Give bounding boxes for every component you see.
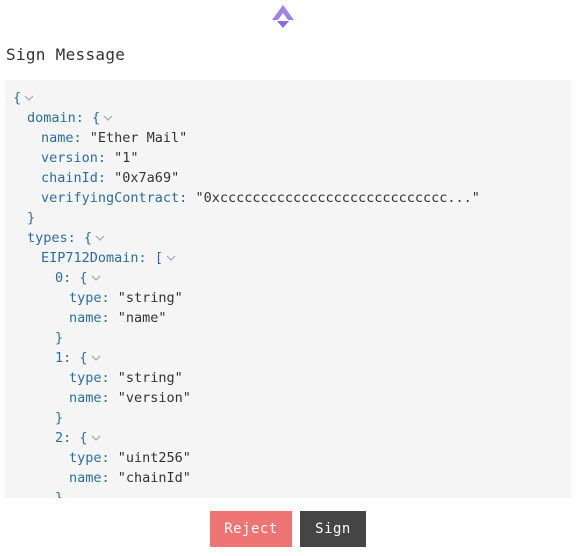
chevron-down-icon[interactable] [94, 233, 108, 243]
json-key: chainId [41, 170, 98, 186]
stacks-logo-icon [269, 3, 297, 29]
json-bracket: } [55, 410, 64, 426]
json-line: } [5, 328, 571, 348]
sign-button[interactable]: Sign [300, 511, 366, 547]
json-line: { [5, 88, 571, 108]
json-key: name [69, 470, 102, 486]
json-line: type: "uint256" [69, 450, 191, 466]
json-line: types: { [5, 228, 571, 248]
json-value: "name" [117, 310, 167, 326]
chevron-down-icon[interactable] [23, 93, 37, 103]
json-value: "string" [117, 290, 183, 306]
json-line: type: "string" [69, 370, 183, 386]
json-key: verifyingContract [41, 190, 180, 206]
json-line: EIP712Domain: [ [5, 248, 571, 268]
json-key: 1 [55, 350, 64, 366]
json-bracket: } [27, 210, 36, 226]
json-line: } [5, 488, 571, 498]
json-bracket: { [13, 90, 22, 106]
json-key: version [41, 150, 98, 166]
chevron-down-icon[interactable] [90, 433, 104, 443]
json-bracket: { [79, 430, 88, 446]
json-line: chainId: "0x7a69" [41, 170, 180, 186]
json-bracket: { [79, 270, 88, 286]
message-json-viewer[interactable]: {domain: {name: "Ether Mail" version: "1"… [5, 80, 571, 498]
json-value: "chainId" [117, 470, 191, 486]
json-line: 0: { [5, 268, 571, 288]
json-bracket: } [55, 490, 64, 498]
json-line: } [5, 408, 571, 428]
json-line: domain: { [5, 108, 571, 128]
json-key: types [27, 230, 68, 246]
reject-button[interactable]: Reject [210, 511, 292, 547]
json-value: "Ether Mail" [89, 130, 188, 146]
json-key: name [69, 390, 102, 406]
json-key: type [69, 290, 102, 306]
json-bracket: { [83, 230, 93, 246]
json-key: 2 [55, 430, 64, 446]
json-bracket: [ [154, 250, 163, 266]
json-line: name: "version" [69, 390, 191, 406]
json-line: 2: { [5, 428, 571, 448]
json-key: EIP712Domain [41, 250, 139, 266]
chevron-down-icon[interactable] [165, 253, 179, 263]
json-line: name: "name" [69, 310, 167, 326]
json-line: verifyingContract: "0xcccccccccccccccccc… [41, 190, 480, 206]
json-value: "uint256" [117, 450, 191, 466]
json-bracket: } [55, 330, 64, 346]
json-bracket: { [79, 350, 88, 366]
json-key: domain [27, 110, 76, 126]
json-value: "0xcccccccccccccccccccccccccccc..." [195, 190, 480, 206]
json-bracket: { [92, 110, 101, 126]
chevron-down-icon[interactable] [90, 353, 104, 363]
json-value: "string" [117, 370, 183, 386]
json-value: "1" [114, 150, 139, 166]
json-key: name [69, 310, 102, 326]
json-line: name: "Ether Mail" [41, 130, 188, 146]
json-line: version: "1" [41, 150, 139, 166]
json-line: name: "chainId" [69, 470, 191, 486]
json-key: type [69, 370, 102, 386]
json-line: 1: { [5, 348, 571, 368]
json-line: } [5, 208, 571, 228]
json-value: "version" [117, 390, 191, 406]
sign-message-window: Sign Message {domain: {name: "Ether Mail… [0, 0, 579, 556]
page-title: Sign Message [6, 45, 126, 64]
json-value: "0x7a69" [114, 170, 180, 186]
json-key: 0 [55, 270, 64, 286]
json-key: type [69, 450, 102, 466]
chevron-down-icon[interactable] [90, 273, 104, 283]
json-line: type: "string" [69, 290, 183, 306]
chevron-down-icon[interactable] [102, 113, 116, 123]
json-key: name [41, 130, 74, 146]
